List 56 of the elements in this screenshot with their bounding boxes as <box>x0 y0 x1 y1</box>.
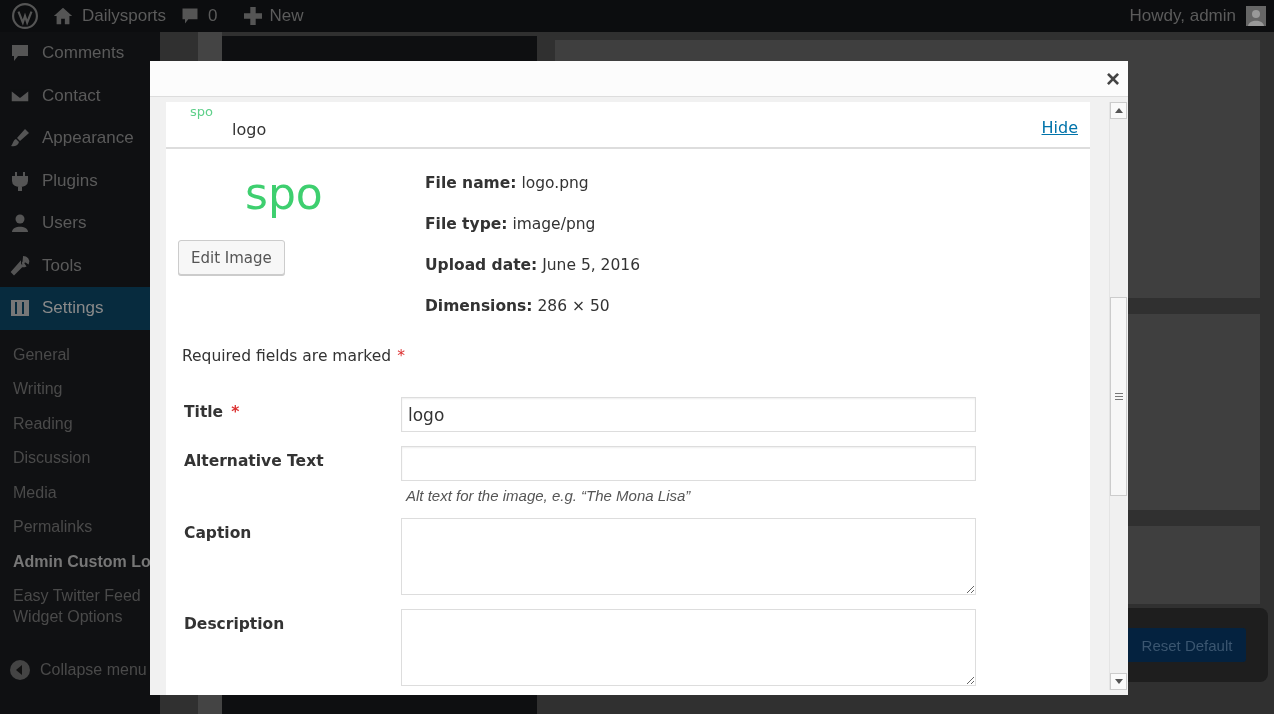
home-icon[interactable] <box>52 5 74 27</box>
menu-item[interactable]: Users <box>0 202 160 245</box>
submenu-item[interactable]: General <box>0 337 153 372</box>
submenu-item[interactable]: Media <box>0 475 153 510</box>
scroll-down-button[interactable] <box>1110 673 1127 690</box>
scrollbar[interactable] <box>1109 102 1127 690</box>
submenu-item[interactable]: Permalinks <box>0 510 153 545</box>
text-field[interactable] <box>401 446 976 481</box>
scroll-up-button[interactable] <box>1110 102 1127 119</box>
field-help-text: Alt text for the image, e.g. “The Mona Lisa” <box>404 486 692 504</box>
submenu-item[interactable]: Easy Twitter Feed Widget Options <box>0 579 153 634</box>
menu-item[interactable]: Plugins <box>0 159 160 202</box>
field-label: Description <box>184 615 285 635</box>
greeting-link[interactable]: Howdy, admin <box>1129 6 1236 26</box>
file-detail: File name: logo.png <box>425 173 590 194</box>
new-link[interactable]: New <box>269 6 304 26</box>
site-name-link[interactable]: Dailysports <box>82 6 167 26</box>
file-detail: Dimensions: 286 × 50 <box>425 296 611 317</box>
file-detail: Upload date: June 5, 2016 <box>425 255 641 276</box>
comments-count[interactable]: 0 <box>208 6 218 26</box>
submenu-item[interactable]: Discussion <box>0 441 153 476</box>
user-icon <box>10 213 30 234</box>
required-mark: * <box>397 347 405 365</box>
field-label: Caption <box>184 524 252 544</box>
required-note: Required fields are marked <box>182 347 392 365</box>
menu-item[interactable]: Comments <box>0 32 160 75</box>
edit-image-button[interactable]: Edit Image <box>178 240 285 275</box>
menu-item[interactable]: Tools <box>0 244 160 287</box>
required-mark: * <box>231 403 240 423</box>
scrollbar-thumb[interactable] <box>1110 296 1127 496</box>
logo-thumbnail: spo <box>190 104 213 119</box>
submenu-item[interactable]: Admin Custom Lo <box>0 544 153 579</box>
hide-link[interactable]: Hide <box>1041 118 1078 137</box>
avatar-icon[interactable] <box>1246 6 1266 26</box>
submenu-item[interactable]: Writing <box>0 372 153 407</box>
brush-icon <box>10 128 30 149</box>
speech-bubble-icon[interactable] <box>180 6 201 26</box>
file-detail: File type: image/png <box>425 214 597 235</box>
collapse-menu-button[interactable]: Collapse menu <box>0 648 160 692</box>
plug-icon <box>10 170 30 191</box>
sliders-icon <box>10 298 30 319</box>
attachment-title: logo <box>232 120 267 139</box>
plus-icon[interactable] <box>243 7 262 25</box>
close-button[interactable]: × <box>1098 64 1128 93</box>
wordpress-logo-icon[interactable] <box>12 3 38 29</box>
logo-preview: spo <box>245 167 323 221</box>
grip-icon <box>1114 392 1123 400</box>
text-field[interactable]: logo <box>401 397 976 432</box>
field-label: Alternative Text <box>184 452 324 472</box>
wrench-icon <box>10 255 30 276</box>
up-arrow-icon <box>1114 108 1123 113</box>
menu-item[interactable]: Appearance <box>0 117 160 160</box>
down-arrow-icon <box>1114 679 1123 684</box>
submenu-item[interactable]: Reading <box>0 406 153 441</box>
menu-item[interactable]: Contact <box>0 74 160 117</box>
field-label: Title <box>184 403 224 423</box>
